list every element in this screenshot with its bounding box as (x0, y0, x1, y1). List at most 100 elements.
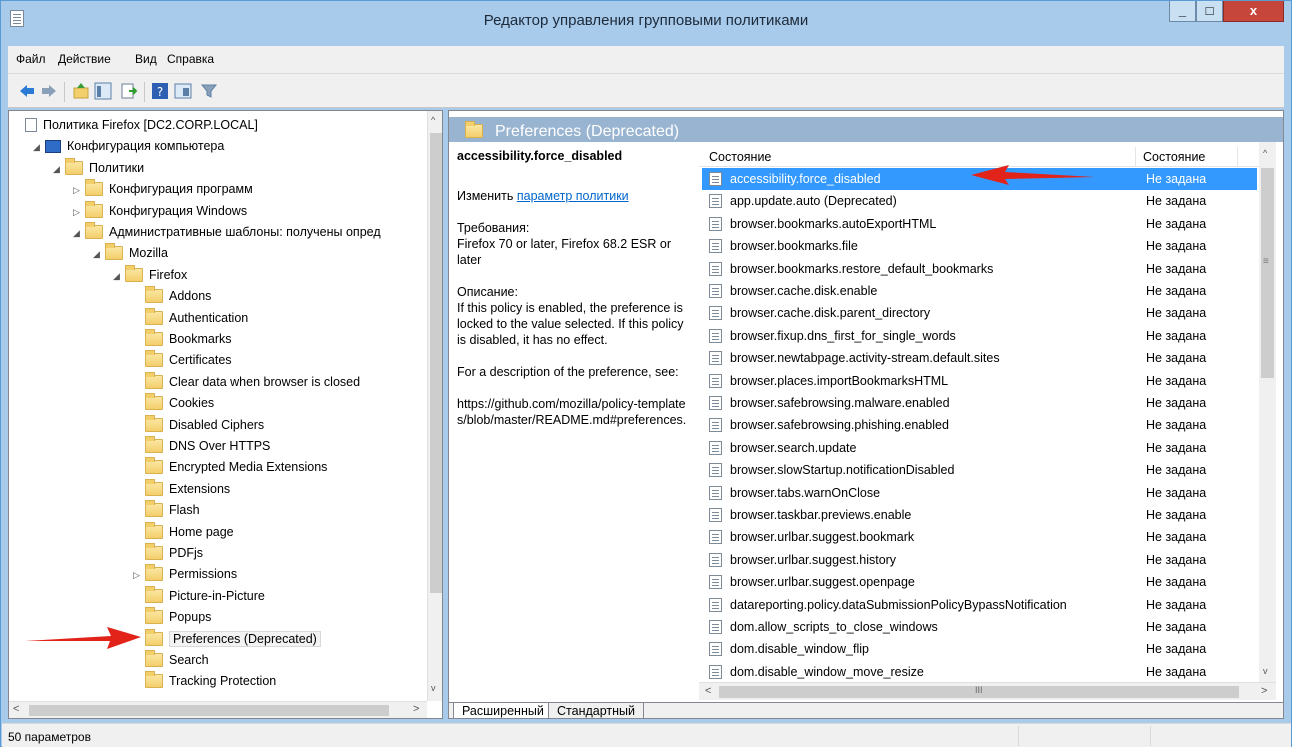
tree-node[interactable]: ▷ Конфигурация Windows (73, 200, 247, 223)
minimize-button[interactable]: _ (1169, 1, 1196, 22)
tab-standard[interactable]: Стандартный (548, 703, 644, 718)
policy-setting-icon (709, 664, 722, 679)
list-item[interactable]: browser.tabs.warnOnClose Не задана (702, 482, 1257, 504)
list-item[interactable]: browser.urlbar.suggest.bookmark Не задана (702, 526, 1257, 548)
list-item[interactable]: browser.bookmarks.restore_default_bookma… (702, 258, 1257, 280)
computer-icon (45, 140, 61, 154)
tree-node[interactable]: Search (133, 650, 209, 671)
tree-node[interactable]: DNS Over HTTPS (133, 436, 270, 457)
list-item[interactable]: browser.safebrowsing.phishing.enabled Не … (702, 414, 1257, 436)
tree-node[interactable]: Authentication (133, 307, 248, 329)
forward-arrow-icon[interactable] (40, 82, 58, 100)
list-item[interactable]: browser.cache.disk.enable Не задана (702, 280, 1257, 302)
tree-node[interactable]: Extensions (133, 478, 230, 500)
list-scroll-thumb[interactable] (1261, 168, 1274, 378)
policy-setting-icon (709, 396, 722, 410)
toolbar-separator (144, 82, 145, 102)
tree-node[interactable]: Addons (133, 286, 211, 307)
toolbar-separator (64, 82, 65, 102)
tree-node[interactable]: ◢ Административные шаблоны: получены опре… (73, 222, 381, 243)
expand-toggle-icon[interactable]: ▷ (73, 180, 85, 201)
list-item[interactable]: browser.taskbar.previews.enable Не задана (702, 504, 1257, 526)
list-item[interactable]: browser.bookmarks.autoExportHTML Не задан… (702, 213, 1257, 235)
back-arrow-icon[interactable] (18, 82, 36, 100)
tree-node[interactable]: ◢ Политики (53, 157, 144, 180)
tree-node[interactable]: Clear data when browser is closed (133, 371, 360, 393)
help-icon[interactable]: ? (151, 82, 169, 100)
edit-policy-link[interactable]: параметр политики (517, 189, 629, 203)
svg-text:?: ? (157, 85, 163, 99)
tree-node[interactable]: Cookies (133, 393, 214, 414)
list-item[interactable]: browser.bookmarks.file Не задана (702, 235, 1257, 257)
tree-node[interactable]: ◢ Firefox (113, 264, 187, 287)
tree-node[interactable]: Preferences (Deprecated) (133, 628, 321, 650)
filter-icon[interactable] (200, 82, 218, 100)
tree-node[interactable]: ◢ Конфигурация компьютера (33, 136, 224, 157)
expand-toggle-icon[interactable]: ◢ (73, 223, 85, 244)
list-item[interactable]: dom.disable_window_move_resize Не задана (702, 661, 1257, 683)
column-header-state[interactable]: Состояние (1143, 150, 1205, 164)
list-item[interactable]: browser.places.importBookmarksHTML Не зад… (702, 370, 1257, 392)
tree-node[interactable]: ▷ Конфигурация программ (73, 179, 253, 200)
description: Описание: If this policy is enabled, the … (457, 284, 691, 348)
tab-extended[interactable]: Расширенный (453, 703, 553, 718)
tree-node[interactable]: ◢ Mozilla (93, 243, 168, 264)
folder-icon (85, 222, 103, 239)
expand-toggle-icon[interactable]: ◢ (93, 244, 105, 265)
close-button[interactable]: x (1223, 1, 1284, 22)
tree-node-label: Административные шаблоны: получены опред (109, 225, 381, 239)
tree-node[interactable]: Disabled Ciphers (133, 414, 264, 436)
maximize-button[interactable]: □ (1196, 1, 1223, 22)
list-item[interactable]: app.update.auto (Deprecated) Не задана (702, 190, 1257, 212)
tree-node[interactable]: Flash (133, 500, 200, 521)
menu-help[interactable]: Справка (167, 52, 214, 66)
tree-scroll-thumb[interactable] (430, 133, 442, 593)
expand-toggle-icon[interactable]: ◢ (53, 159, 65, 180)
column-header-setting[interactable]: Состояние (709, 150, 771, 164)
policy-doc-icon (25, 118, 37, 132)
list-item[interactable]: browser.slowStartup.notificationDisabled… (702, 459, 1257, 481)
menu-action[interactable]: Действие (58, 52, 111, 66)
export-list-icon[interactable] (120, 82, 138, 100)
menu-view[interactable]: Вид (135, 52, 157, 66)
up-folder-icon[interactable] (72, 82, 90, 100)
list-horizontal-scrollbar[interactable]: < III > (699, 682, 1276, 700)
list-item[interactable]: datareporting.policy.dataSubmissionPolic… (702, 594, 1257, 616)
list-item[interactable]: dom.disable_window_flip Не задана (702, 638, 1257, 660)
tree-node[interactable]: Tracking Protection (133, 671, 276, 692)
list-item[interactable]: browser.fixup.dns_first_for_single_words… (702, 325, 1257, 347)
tree-horizontal-scrollbar[interactable]: < > (9, 701, 427, 718)
tree-node[interactable]: PDFjs (133, 543, 203, 564)
folder-icon (145, 436, 163, 453)
setting-state: Не задана (1146, 620, 1207, 634)
menu-file[interactable]: Файл (16, 52, 46, 66)
setting-state: Не задана (1146, 396, 1207, 410)
list-item[interactable]: browser.safebrowsing.malware.enabled Не з… (702, 392, 1257, 414)
list-item[interactable]: browser.urlbar.suggest.history Не задана (702, 549, 1257, 571)
policy-setting-icon (709, 463, 722, 478)
expand-toggle-icon[interactable]: ◢ (33, 137, 45, 158)
policy-setting-icon (709, 485, 722, 500)
list-item[interactable]: dom.allow_scripts_to_close_windows Не зад… (702, 616, 1257, 638)
show-tree-icon[interactable] (94, 82, 112, 100)
list-item[interactable]: browser.newtabpage.activity-stream.defau… (702, 347, 1257, 369)
tree-node[interactable]: Picture-in-Picture (133, 585, 265, 607)
tree-node[interactable]: ▷ Permissions (133, 564, 237, 585)
expand-toggle-icon[interactable]: ▷ (73, 202, 85, 223)
list-item[interactable]: browser.urlbar.suggest.openpage Не задана (702, 571, 1257, 593)
properties-icon[interactable] (174, 82, 192, 100)
list-item[interactable]: browser.search.update Не задана (702, 437, 1257, 459)
tree-vertical-scrollbar[interactable]: ^ v (427, 111, 442, 701)
tree-node[interactable]: Политика Firefox [DC2.CORP.LOCAL] (13, 115, 258, 136)
list-vertical-scrollbar[interactable]: ^ ≡ v (1259, 142, 1276, 682)
expand-toggle-icon[interactable]: ▷ (133, 565, 145, 586)
list-item[interactable]: browser.cache.disk.parent_directory Не за… (702, 302, 1257, 324)
tree-node[interactable]: Encrypted Media Extensions (133, 457, 327, 478)
expand-toggle-icon[interactable]: ◢ (113, 266, 125, 287)
setting-name: browser.bookmarks.restore_default_bookma… (730, 261, 994, 276)
title-bar[interactable]: Редактор управления групповыми политикам… (1, 1, 1291, 36)
tree-node[interactable]: Certificates (133, 350, 232, 371)
tree-node[interactable]: Bookmarks (133, 329, 232, 350)
tree-node[interactable]: Home page (133, 521, 234, 543)
tree-node[interactable]: Popups (133, 607, 211, 628)
